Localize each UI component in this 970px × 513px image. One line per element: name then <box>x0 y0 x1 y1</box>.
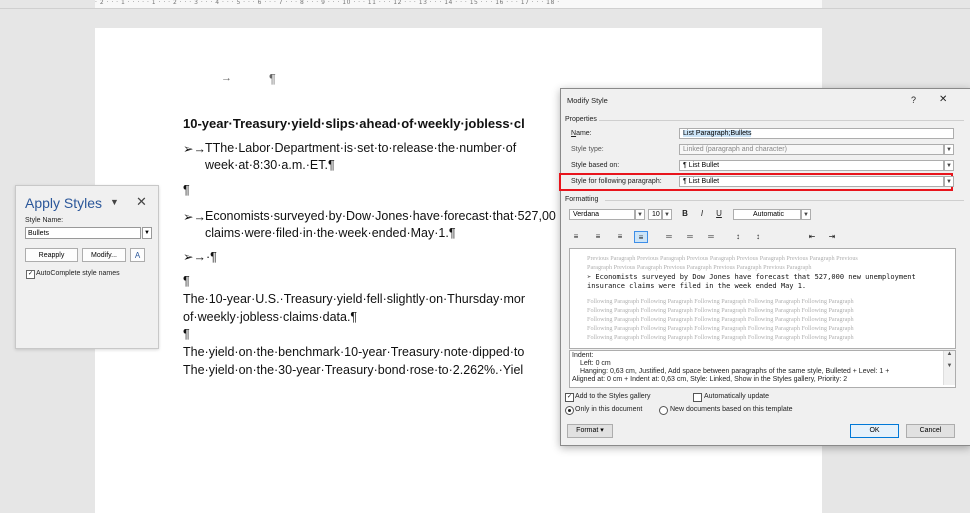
paragraph2-line1[interactable]: The·yield·on·the·benchmark·10-year·Treas… <box>183 345 524 359</box>
bullet-marker: ➢→ <box>183 210 206 224</box>
underline-button[interactable]: U <box>712 208 726 220</box>
name-value: List Paragraph;Bullets <box>683 130 752 137</box>
single-spacing-icon[interactable]: ═ <box>662 231 676 243</box>
name-field[interactable]: List Paragraph;Bullets <box>679 128 954 139</box>
double-spacing-icon[interactable]: ═ <box>704 231 718 243</box>
style-preview: Previous Paragraph Previous Paragraph Pr… <box>569 248 956 349</box>
preview-previous-line1: Previous Paragraph Previous Paragraph Pr… <box>587 255 858 262</box>
empty-paragraph: ¶ <box>183 327 190 341</box>
dialog-title: Modify Style <box>567 96 608 105</box>
chevron-down-icon[interactable]: ▼ <box>635 209 645 220</box>
autocomplete-checkbox[interactable]: ✓ <box>26 270 35 279</box>
formatting-header: Formatting <box>565 196 599 203</box>
bullet1-line2[interactable]: week·at·8:30·a.m.·ET.¶ <box>205 158 335 172</box>
auto-update-checkbox[interactable] <box>693 393 702 402</box>
font-select[interactable]: Verdana <box>569 209 635 220</box>
help-icon[interactable]: ? <box>911 95 916 105</box>
preview-line2: insurance claims were filed in the week … <box>587 282 807 290</box>
only-this-document-label: Only in this document <box>575 406 643 413</box>
align-center-icon[interactable]: ≡ <box>591 231 605 243</box>
preview-previous-line2: Paragraph Previous Paragraph Previous Pa… <box>587 264 812 271</box>
increase-spacing-icon[interactable]: ↕ <box>731 231 745 243</box>
chevron-down-icon: ▼ <box>944 144 954 155</box>
description-line: Hanging: 0,63 cm, Justified, Add space b… <box>580 368 890 375</box>
description-scrollbar[interactable]: ▲ ▼ <box>943 351 955 385</box>
style-following-select[interactable]: ¶ List Bullet <box>679 176 944 187</box>
color-select[interactable]: Automatic <box>733 209 801 220</box>
one-half-spacing-icon[interactable]: ═ <box>683 231 697 243</box>
section-divider <box>599 120 964 121</box>
decrease-indent-icon[interactable]: ⇤ <box>805 231 819 243</box>
bullet2-line1[interactable]: Economists·surveyed·by·Dow·Jones·have·fo… <box>205 209 556 223</box>
properties-header: Properties <box>565 116 597 123</box>
justify-icon[interactable]: ≡ <box>634 231 648 243</box>
name-label: Name: <box>571 130 592 137</box>
preview-following-line: Following Paragraph Following Paragraph … <box>587 334 854 341</box>
description-line: Left: 0 cm <box>580 360 611 367</box>
style-description[interactable]: Indent: Left: 0 cm Hanging: 0,63 cm, Jus… <box>569 350 956 388</box>
style-type-select: Linked (paragraph and character) <box>679 144 944 155</box>
style-following-label: Style for following paragraph: <box>571 178 662 185</box>
add-to-gallery-label: Add to the Styles gallery <box>575 393 651 400</box>
auto-update-label: Automatically update <box>704 393 769 400</box>
chevron-down-icon[interactable]: ▼ <box>662 209 672 220</box>
size-select[interactable]: 10 <box>648 209 662 220</box>
description-line: Indent: <box>572 352 594 359</box>
new-documents-label: New documents based on this template <box>670 406 793 413</box>
bullet-marker: ➢→ <box>183 142 206 156</box>
paragraph1-line1[interactable]: The·10-year·U.S.·Treasury·yield·fell·sli… <box>183 292 525 306</box>
align-right-icon[interactable]: ≡ <box>613 231 627 243</box>
description-line: Aligned at: 0 cm + Indent at: 0,63 cm, S… <box>572 376 848 383</box>
autocomplete-label: AutoComplete style names <box>36 270 120 277</box>
modify-button[interactable]: Modify... <box>82 248 126 262</box>
style-based-label: Style based on: <box>571 162 620 169</box>
empty-paragraph: ¶ <box>183 183 190 197</box>
decrease-spacing-icon[interactable]: ↕ <box>751 231 765 243</box>
bullet2-line2[interactable]: claims·were·filed·in·the·week·ended·May·… <box>205 226 456 240</box>
italic-button[interactable]: I <box>695 208 709 220</box>
pane-options-icon[interactable]: ▼ <box>110 197 119 207</box>
align-left-icon[interactable]: ≡ <box>569 231 583 243</box>
empty-bullet[interactable]: ➢→·¶ <box>183 249 217 264</box>
preview-following-line: Following Paragraph Following Paragraph … <box>587 307 854 314</box>
format-button[interactable]: Format ▾ <box>567 424 613 438</box>
paragraph-mark: ¶ <box>269 72 276 86</box>
styles-icon-button[interactable]: A <box>130 248 145 262</box>
style-type-label: Style type: <box>571 146 604 153</box>
add-to-gallery-checkbox[interactable]: ✓ <box>565 393 574 402</box>
chevron-down-icon[interactable]: ▼ <box>944 160 954 171</box>
preview-following-line: Following Paragraph Following Paragraph … <box>587 316 854 323</box>
chevron-down-icon[interactable]: ▼ <box>142 227 152 239</box>
only-this-document-radio[interactable] <box>565 406 574 415</box>
apply-styles-pane: Apply Styles ▼ ✕ Style Name: Bullets ▼ R… <box>15 185 159 349</box>
paragraph2-line2[interactable]: The·yield·on·the·30-year·Treasury·bond·r… <box>183 363 523 377</box>
empty-paragraph: ¶ <box>183 274 190 288</box>
style-name-label: Style Name: <box>25 217 64 224</box>
style-name-input[interactable]: Bullets <box>25 227 141 239</box>
increase-indent-icon[interactable]: ⇥ <box>825 231 839 243</box>
bold-button[interactable]: B <box>678 208 692 220</box>
reapply-button[interactable]: Reapply <box>25 248 78 262</box>
preview-line1: ➢ Economists surveyed by Dow Jones have … <box>587 273 916 281</box>
preview-following-line: Following Paragraph Following Paragraph … <box>587 325 854 332</box>
bullet1-line1[interactable]: TThe·Labor·Department·is·set·to·release·… <box>205 141 516 155</box>
style-based-select[interactable]: ¶ List Bullet <box>679 160 944 171</box>
ok-button[interactable]: OK <box>850 424 899 438</box>
paragraph1-line2[interactable]: of·weekly·jobless·claims·data.¶ <box>183 310 357 324</box>
cancel-button[interactable]: Cancel <box>906 424 955 438</box>
ruler-scale: · 2 · · · 1 · · · · · 1 · · · 2 · · · 3 … <box>95 0 822 8</box>
tab-mark: → <box>221 72 232 84</box>
close-icon[interactable]: ✕ <box>136 194 147 210</box>
preview-following-line: Following Paragraph Following Paragraph … <box>587 298 854 305</box>
section-divider <box>605 200 964 201</box>
chevron-down-icon[interactable]: ▼ <box>944 176 954 187</box>
modify-style-dialog: Modify Style ? ✕ Properties Name: List P… <box>559 88 970 446</box>
horizontal-ruler[interactable]: · 2 · · · 1 · · · · · 1 · · · 2 · · · 3 … <box>0 0 970 9</box>
headline[interactable]: 10-year·Treasury·yield·slips·ahead·of·we… <box>183 116 525 131</box>
pane-title: Apply Styles <box>25 195 103 211</box>
chevron-down-icon[interactable]: ▼ <box>801 209 811 220</box>
new-documents-radio[interactable] <box>659 406 668 415</box>
close-icon[interactable]: ✕ <box>939 94 947 105</box>
